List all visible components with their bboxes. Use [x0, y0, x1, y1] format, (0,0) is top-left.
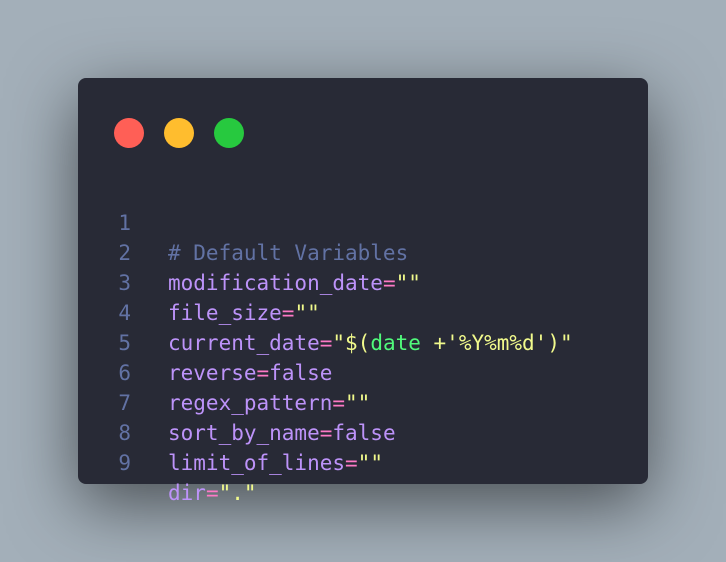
code-line: 5 reverse=false [78, 298, 648, 385]
code-line: 1 # Default Variables [78, 178, 648, 265]
line-number: 9 [118, 451, 131, 475]
code-line: 2 modification_date="" [78, 208, 648, 295]
variable-name: dir [168, 481, 206, 505]
variable-name: limit_of_lines [168, 451, 346, 475]
code-line: 7 sort_by_name=false [78, 358, 648, 445]
assign-operator: = [345, 451, 358, 475]
code-line: 4 current_date="$(date +'%Y%m%d')" [78, 268, 648, 355]
minimize-button[interactable] [164, 118, 194, 148]
variable-value: "" [357, 451, 383, 475]
variable-value: "." [218, 481, 257, 505]
code-line: 6 regex_pattern="" [78, 328, 648, 415]
code-line: 3 file_size="" [78, 238, 648, 325]
code-line: 8 limit_of_lines="" [78, 388, 648, 475]
close-button[interactable] [114, 118, 144, 148]
assign-operator: = [205, 481, 219, 505]
code-line: 9 dir="." [78, 418, 648, 505]
code-window: 1 # Default Variables 2 modification_dat… [78, 78, 648, 505]
maximize-button[interactable] [214, 118, 244, 148]
